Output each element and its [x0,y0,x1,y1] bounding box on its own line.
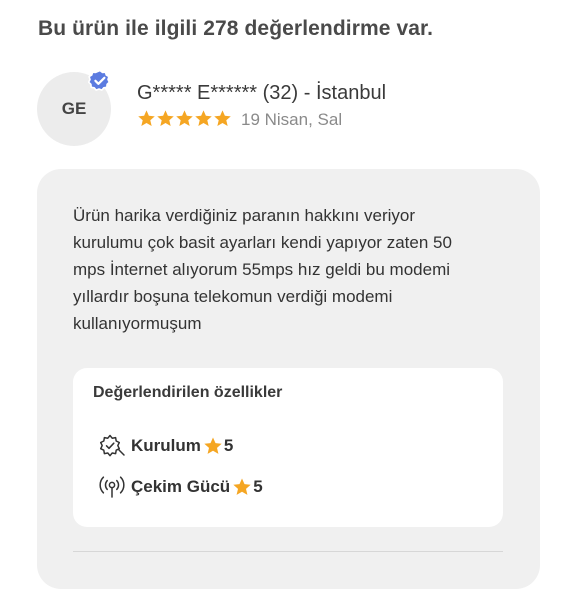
feature-label: Çekim Gücü [131,477,231,496]
feature-row-kurulum: Kurulum 5 [97,432,233,460]
star-icon [138,110,155,127]
star-rating [137,109,232,128]
verified-badge-icon [88,69,111,91]
gear-check-icon [99,434,125,457]
review-text: Ürün harika verdiğiniz paranın hakkını v… [73,206,452,333]
feature-score: 5 [253,477,263,496]
divider [73,551,503,552]
reviewer-name: G***** E****** (32) - İstanbul [137,82,387,104]
star-icon [204,437,222,454]
feature-score: 5 [223,436,234,455]
star-icon [195,110,212,127]
reviews-count-heading: Bu ürün ile ilgili 278 değerlendirme var… [38,17,434,40]
review-date: 19 Nisan, Sal [241,110,343,129]
star-icon [233,478,251,495]
feature-label: Kurulum [131,436,201,455]
wireless-signal-icon [99,476,125,498]
feature-row-cekim-gucu: Çekim Gücü 5 [97,473,263,501]
rated-features-title: Değerlendirilen özellikler [93,384,283,401]
star-icon [214,110,231,127]
avatar-initials: GE [61,99,87,118]
star-icon [176,110,193,127]
star-icon [157,110,174,127]
